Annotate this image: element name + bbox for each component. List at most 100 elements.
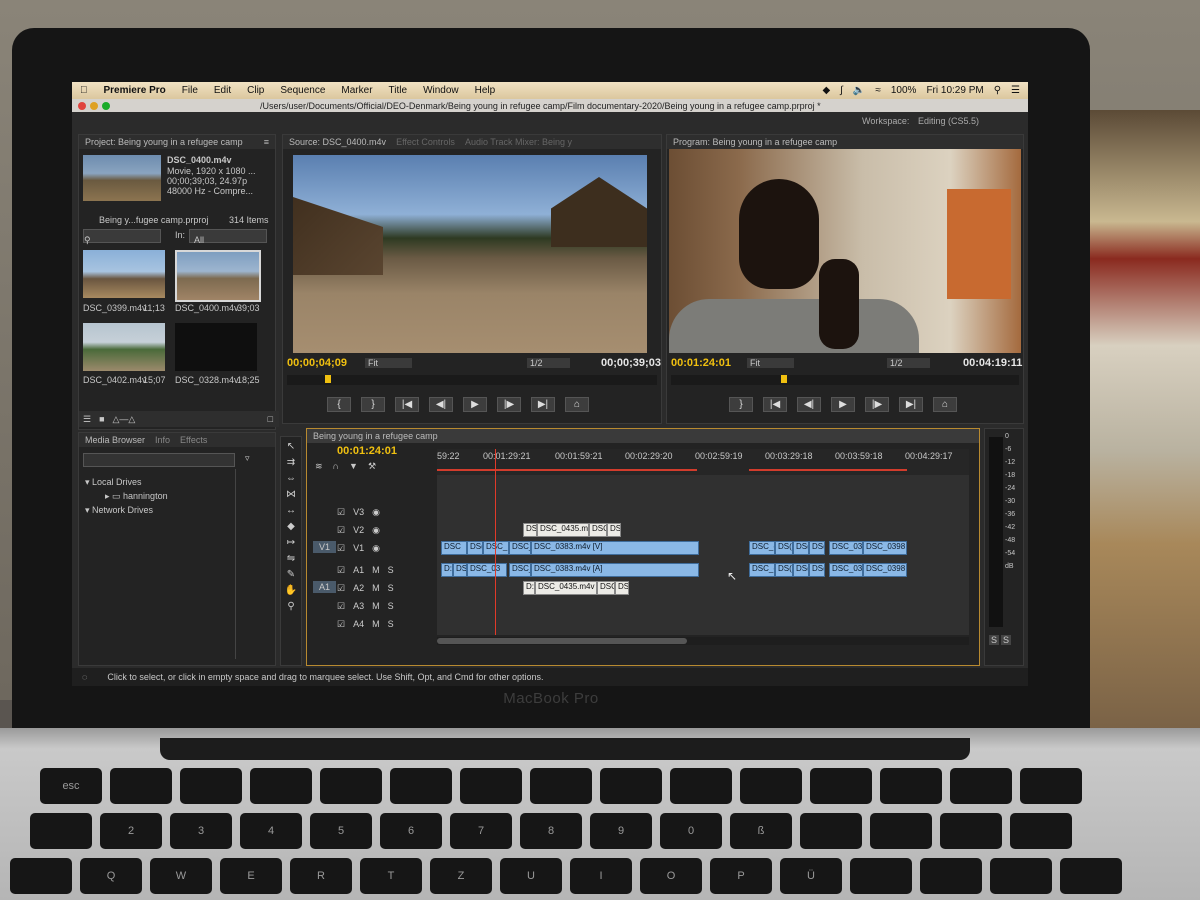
thumbnail-selected[interactable] bbox=[175, 250, 261, 302]
hand-tool-icon[interactable]: ✋ bbox=[284, 583, 298, 597]
lock-icon[interactable]: ☑ bbox=[337, 601, 345, 612]
lock-icon[interactable]: ☑ bbox=[337, 565, 345, 576]
lock-icon[interactable]: ☑ bbox=[337, 543, 345, 554]
playhead-marker[interactable] bbox=[325, 375, 331, 383]
ripple-edit-tool-icon[interactable]: ⇔ bbox=[284, 471, 298, 485]
source-resolution-select[interactable]: 1/2 bbox=[527, 358, 570, 368]
mark-in-button[interactable]: { bbox=[327, 397, 351, 412]
timeline-scrollbar[interactable] bbox=[437, 637, 969, 645]
solo-right-button[interactable]: S bbox=[1001, 635, 1012, 645]
tab-effect-controls[interactable]: Effect Controls bbox=[396, 137, 455, 147]
lock-icon[interactable]: ☑ bbox=[337, 507, 345, 518]
bluetooth-icon[interactable]: ∫ bbox=[840, 85, 843, 96]
menu-title[interactable]: Title bbox=[381, 85, 416, 96]
clip[interactable]: DS( bbox=[467, 541, 483, 555]
track-select-tool-icon[interactable]: ⇉ bbox=[284, 455, 298, 469]
search-input[interactable]: ⚲ bbox=[83, 229, 161, 245]
tab-effects[interactable]: Effects bbox=[180, 435, 207, 445]
rate-stretch-tool-icon[interactable]: ↔ bbox=[284, 503, 298, 517]
clip[interactable]: DSC bbox=[441, 541, 467, 555]
thumbnail[interactable] bbox=[175, 323, 257, 371]
wrench-icon[interactable]: ⚒ bbox=[368, 461, 376, 472]
lift-button[interactable]: ⌂ bbox=[933, 397, 957, 412]
solo-button[interactable]: S bbox=[388, 565, 394, 575]
mute-button[interactable]: M bbox=[372, 565, 380, 575]
lock-icon[interactable]: ☑ bbox=[337, 583, 345, 594]
mute-button[interactable]: M bbox=[372, 601, 380, 611]
playhead[interactable] bbox=[495, 449, 496, 635]
battery-status[interactable]: 100% bbox=[891, 85, 917, 96]
source-patch-a1[interactable]: A1 bbox=[313, 581, 337, 593]
play-button[interactable]: ▶ bbox=[463, 397, 487, 412]
clip[interactable]: DSC_ bbox=[509, 563, 531, 577]
step-forward-button[interactable]: |▶ bbox=[865, 397, 889, 412]
track-header-a3[interactable]: ☑ A3 M S bbox=[307, 597, 437, 615]
apple-icon[interactable]:  bbox=[72, 85, 96, 96]
solo-button[interactable]: S bbox=[388, 583, 394, 593]
insert-button[interactable]: ⌂ bbox=[565, 397, 589, 412]
clip[interactable]: DSC_0398 bbox=[863, 563, 907, 577]
nest-icon[interactable]: ≋ bbox=[315, 461, 323, 472]
clip[interactable]: DSC_ bbox=[509, 541, 531, 555]
step-back-button[interactable]: ◀| bbox=[797, 397, 821, 412]
eye-icon[interactable]: ◉ bbox=[372, 507, 380, 518]
clip[interactable]: DS( bbox=[775, 541, 793, 555]
clock[interactable]: Fri 10:29 PM bbox=[926, 85, 983, 96]
source-fit-select[interactable]: Fit bbox=[365, 358, 412, 368]
search-icon[interactable]: ⚲ bbox=[994, 85, 1001, 96]
menu-edit[interactable]: Edit bbox=[206, 85, 239, 96]
solo-left-button[interactable]: S bbox=[989, 635, 1000, 645]
source-scrubber[interactable] bbox=[287, 375, 657, 385]
zoom-slider[interactable]: △—△ bbox=[113, 414, 136, 425]
program-timecode-current[interactable]: 00:01:24:01 bbox=[671, 357, 731, 369]
eye-icon[interactable]: ◉ bbox=[372, 525, 380, 536]
menu-window[interactable]: Window bbox=[415, 85, 467, 96]
app-menu[interactable]: Premiere Pro bbox=[96, 85, 174, 96]
tree-network-drives[interactable]: ▾ Network Drives bbox=[85, 505, 153, 516]
in-filter-select[interactable]: All bbox=[189, 229, 267, 245]
selection-tool-icon[interactable]: ↖ bbox=[284, 439, 298, 453]
notification-icon[interactable]: ☰ bbox=[1011, 85, 1020, 96]
clip[interactable]: DSC_0435.m4v bbox=[535, 581, 597, 595]
thumbnail[interactable] bbox=[83, 250, 165, 298]
clip[interactable]: DSC_0383.m4v [A] bbox=[531, 563, 699, 577]
track-header-v2[interactable]: ☑ V2 ◉ bbox=[307, 521, 437, 539]
clip[interactable]: DSC_0383.m4v [V] bbox=[531, 541, 699, 555]
track-header-a4[interactable]: ☑ A4 M S bbox=[307, 615, 437, 633]
go-to-in-button[interactable]: |◀ bbox=[763, 397, 787, 412]
tree-local-drives[interactable]: ▾ Local Drives bbox=[85, 477, 142, 488]
clip[interactable]: DS( bbox=[809, 541, 825, 555]
clip[interactable]: DSC_03 bbox=[829, 563, 863, 577]
snap-icon[interactable]: ∩ bbox=[333, 461, 339, 472]
rolling-edit-tool-icon[interactable]: ⋈ bbox=[284, 487, 298, 501]
slip-tool-icon[interactable]: ↦ bbox=[284, 535, 298, 549]
track-header-a1[interactable]: ☑ A1 M S bbox=[307, 561, 437, 579]
mark-out-button[interactable]: } bbox=[361, 397, 385, 412]
menu-sequence[interactable]: Sequence bbox=[272, 85, 333, 96]
clip[interactable]: DS( bbox=[615, 581, 629, 595]
clip[interactable]: DS( bbox=[775, 563, 793, 577]
step-forward-button[interactable]: |▶ bbox=[497, 397, 521, 412]
menu-file[interactable]: File bbox=[174, 85, 206, 96]
icon-view-icon[interactable]: ■ bbox=[99, 414, 104, 424]
go-to-out-button[interactable]: ▶| bbox=[531, 397, 555, 412]
clip[interactable]: DS( bbox=[793, 541, 809, 555]
pen-tool-icon[interactable]: ✎ bbox=[284, 567, 298, 581]
clip[interactable]: DSC bbox=[597, 581, 615, 595]
timeline-timecode[interactable]: 00:01:24:01 bbox=[337, 445, 397, 457]
menu-marker[interactable]: Marker bbox=[333, 85, 380, 96]
tree-drive[interactable]: ▸ ▭ hannington bbox=[105, 491, 168, 502]
lock-icon[interactable]: ☑ bbox=[337, 619, 345, 630]
workspace-select[interactable]: Editing (CS5.5) bbox=[918, 116, 979, 126]
tab-program[interactable]: Program: Being young in a refugee camp bbox=[673, 137, 837, 147]
source-patch-v1[interactable]: V1 bbox=[313, 541, 337, 553]
clip[interactable]: DSC bbox=[453, 563, 467, 577]
lock-icon[interactable]: ☑ bbox=[337, 525, 345, 536]
thumbnail[interactable] bbox=[83, 323, 165, 371]
list-view-icon[interactable]: ☰ bbox=[83, 414, 91, 425]
tab-media-browser[interactable]: Media Browser bbox=[85, 435, 145, 445]
close-window-button[interactable] bbox=[78, 101, 86, 110]
clip[interactable]: DSC bbox=[589, 523, 607, 537]
tab-audio-mixer[interactable]: Audio Track Mixer: Being y bbox=[465, 137, 572, 147]
clip[interactable]: D: bbox=[441, 563, 453, 577]
